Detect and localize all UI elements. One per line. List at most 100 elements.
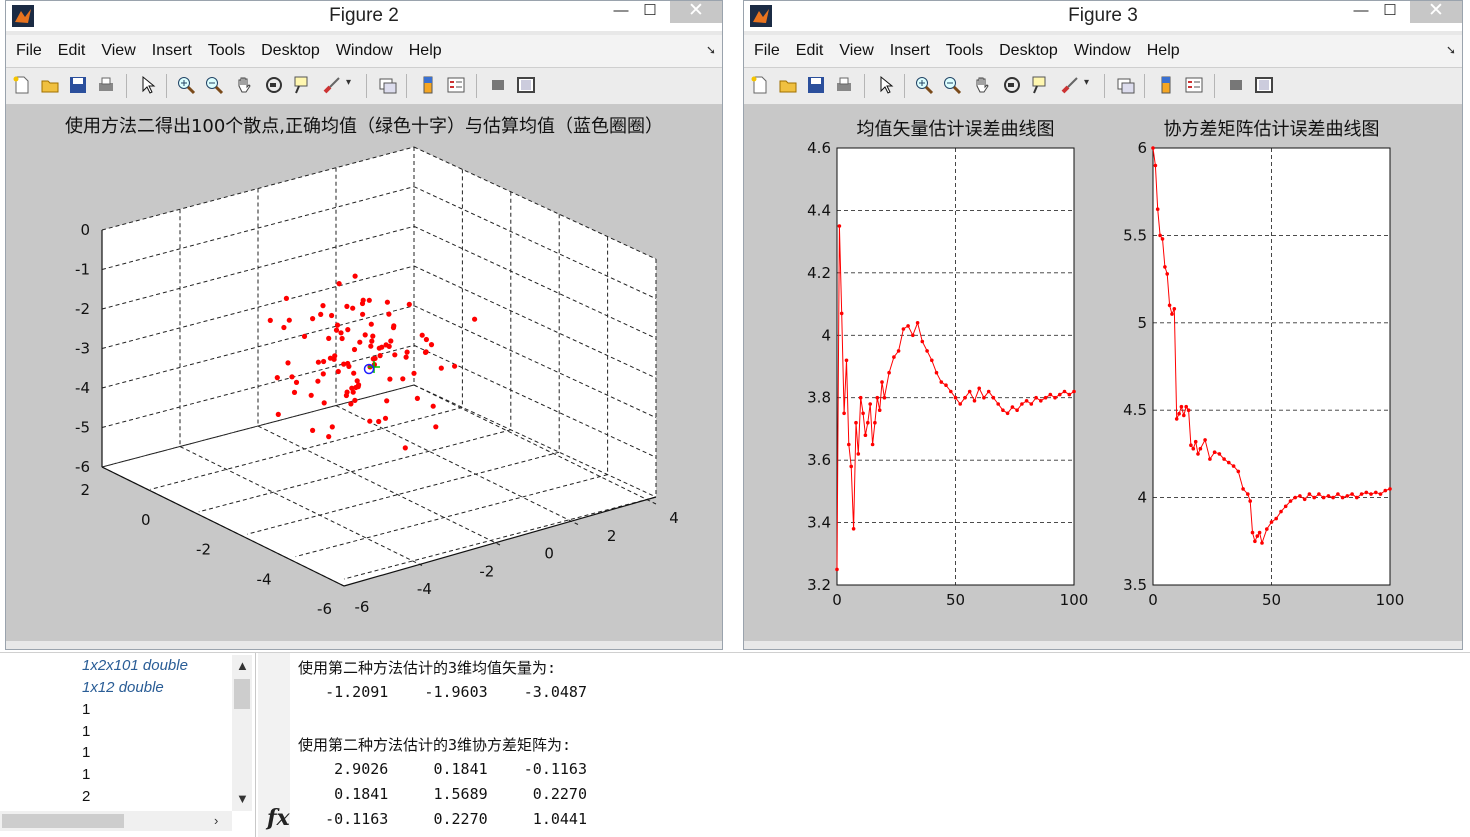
fx-icon[interactable]: fx — [267, 805, 290, 831]
colorbar-icon[interactable] — [418, 75, 438, 95]
show-plot-tools-icon[interactable] — [1254, 75, 1274, 95]
menu-help[interactable]: Help — [1139, 35, 1188, 67]
open-file-icon[interactable] — [40, 75, 60, 95]
minimize-button[interactable]: — — [1346, 1, 1376, 23]
menubar: File Edit View Insert Tools Desktop Window Help… — [744, 35, 1462, 68]
menu-view[interactable]: View — [93, 35, 143, 67]
dock-arrow-icon[interactable]: ➘ — [706, 43, 716, 57]
legend-icon[interactable] — [446, 75, 466, 95]
zoom-in-icon[interactable] — [914, 75, 934, 95]
data-cursor-icon[interactable] — [292, 75, 312, 95]
link-plot-icon[interactable] — [1116, 75, 1136, 95]
workspace-value[interactable]: 1 — [82, 766, 90, 783]
show-plot-tools-icon[interactable] — [516, 75, 536, 95]
data-point — [1189, 443, 1193, 448]
y-tick-label: 3.6 — [807, 451, 831, 469]
zoom-out-icon[interactable] — [204, 75, 224, 95]
x-tick-label: 4 — [669, 509, 679, 527]
legend-icon[interactable] — [1184, 75, 1204, 95]
data-point — [1248, 499, 1252, 503]
menu-edit[interactable]: Edit — [50, 35, 94, 67]
workspace-value[interactable]: 1 — [82, 744, 90, 761]
zoom-out-icon[interactable] — [942, 75, 962, 95]
maximize-button[interactable]: ☐ — [636, 1, 664, 23]
data-point — [896, 349, 901, 353]
scroll-thumb[interactable] — [234, 679, 250, 709]
horizontal-scrollbar[interactable]: › — [0, 811, 232, 831]
menu-tools[interactable]: Tools — [938, 35, 991, 67]
brush-dropdown-icon[interactable]: ▾ — [346, 77, 351, 88]
data-cursor-icon[interactable] — [1030, 75, 1050, 95]
menu-view[interactable]: View — [831, 35, 881, 67]
data-point — [1350, 492, 1354, 496]
hide-plot-tools-icon[interactable] — [1226, 75, 1246, 95]
minimize-button[interactable]: — — [606, 1, 636, 23]
workspace-value[interactable]: 1 — [82, 701, 90, 718]
menu-window[interactable]: Window — [1066, 35, 1139, 67]
close-button[interactable]: ✕ — [670, 1, 722, 23]
data-point — [1336, 492, 1340, 496]
data-point — [835, 567, 839, 572]
workspace-value[interactable]: 1 — [82, 723, 90, 740]
brush-icon[interactable] — [322, 75, 342, 95]
figure2-titlebar[interactable]: Figure 2 — ☐ ✕ — [6, 1, 722, 31]
menu-file[interactable]: File — [8, 35, 50, 67]
hide-plot-tools-icon[interactable] — [488, 75, 508, 95]
y-tick-label: 4.5 — [1123, 401, 1147, 419]
workspace-value[interactable]: 1x12 double — [82, 679, 164, 696]
menu-edit[interactable]: Edit — [788, 35, 832, 67]
menu-insert[interactable]: Insert — [882, 35, 938, 67]
scatter-point — [320, 371, 326, 377]
scroll-down-icon[interactable]: ▼ — [236, 791, 249, 806]
data-point — [991, 395, 996, 400]
menu-help[interactable]: Help — [401, 35, 450, 67]
scroll-thumb[interactable] — [2, 814, 124, 828]
menu-file[interactable]: File — [746, 35, 788, 67]
print-icon[interactable] — [96, 75, 116, 95]
pan-hand-icon[interactable] — [972, 75, 992, 95]
pointer-icon[interactable] — [138, 75, 158, 95]
brush-icon[interactable] — [1060, 75, 1080, 95]
new-figure-icon[interactable] — [750, 75, 770, 95]
menu-desktop[interactable]: Desktop — [253, 35, 328, 67]
workspace-panel[interactable]: 1x2x101 double 1x12 double 1 1 1 1 2 ▲ ▼… — [0, 653, 256, 837]
data-point — [958, 402, 962, 406]
data-point — [1374, 490, 1378, 495]
rotate-3d-icon[interactable] — [264, 75, 284, 95]
scatter-point — [293, 379, 300, 385]
data-point — [837, 224, 842, 228]
scroll-up-icon[interactable]: ▲ — [236, 658, 249, 673]
data-point — [1312, 495, 1316, 500]
menu-insert[interactable]: Insert — [144, 35, 200, 67]
new-figure-icon[interactable] — [12, 75, 32, 95]
link-plot-icon[interactable] — [378, 75, 398, 95]
scroll-right-icon[interactable]: › — [214, 813, 218, 828]
data-point — [986, 389, 991, 394]
pan-hand-icon[interactable] — [234, 75, 254, 95]
rotate-3d-icon[interactable] — [1002, 75, 1022, 95]
figure3-titlebar[interactable]: Figure 3 — ☐ ✕ — [744, 1, 1462, 31]
zoom-in-icon[interactable] — [176, 75, 196, 95]
command-output-line: 使用第二种方法估计的3维协方差矩阵为: — [298, 736, 572, 754]
workspace-value[interactable]: 1x2x101 double — [82, 657, 188, 674]
save-icon[interactable] — [806, 75, 826, 95]
maximize-button[interactable]: ☐ — [1376, 1, 1404, 23]
pointer-icon[interactable] — [876, 75, 896, 95]
data-point — [1160, 237, 1165, 241]
menu-window[interactable]: Window — [328, 35, 401, 67]
scatter-point — [334, 322, 341, 328]
brush-dropdown-icon[interactable]: ▾ — [1084, 77, 1089, 88]
close-button[interactable]: ✕ — [1410, 1, 1462, 23]
menu-tools[interactable]: Tools — [200, 35, 253, 67]
menu-desktop[interactable]: Desktop — [991, 35, 1066, 67]
data-point — [887, 370, 891, 375]
print-icon[interactable] — [834, 75, 854, 95]
data-point — [861, 411, 865, 416]
vertical-scrollbar[interactable]: ▲ ▼ — [232, 655, 252, 811]
workspace-value[interactable]: 2 — [82, 788, 90, 805]
open-file-icon[interactable] — [778, 75, 798, 95]
scatter-point — [320, 303, 326, 309]
dock-arrow-icon[interactable]: ➘ — [1446, 43, 1456, 57]
save-icon[interactable] — [68, 75, 88, 95]
colorbar-icon[interactable] — [1156, 75, 1176, 95]
